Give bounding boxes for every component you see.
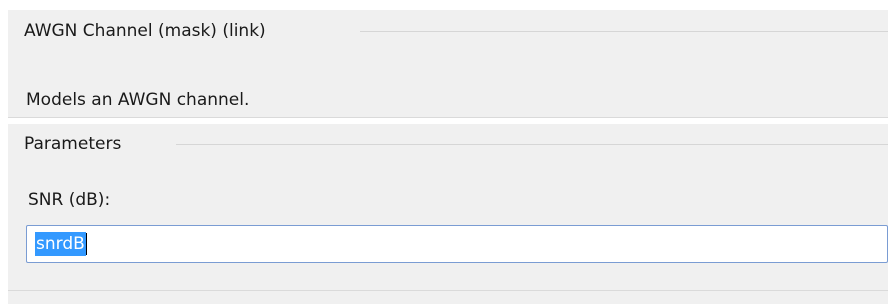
mask-group-legend: AWGN Channel (mask) (link) — [24, 21, 266, 41]
mask-description: Models an AWGN channel. — [26, 90, 250, 110]
parameters-group-rule — [176, 144, 888, 145]
mask-description-group: AWGN Channel (mask) (link) Models an AWG… — [8, 10, 888, 118]
snr-input[interactable]: snrdB — [26, 225, 888, 263]
snr-label: SNR (dB): — [28, 190, 111, 210]
block-parameters-dialog: AWGN Channel (mask) (link) Models an AWG… — [0, 0, 892, 304]
text-caret — [85, 233, 87, 255]
parameters-group: Parameters SNR (dB): snrdB — [8, 124, 888, 304]
parameters-group-legend: Parameters — [24, 134, 122, 154]
snr-input-value[interactable]: snrdB — [35, 232, 86, 256]
mask-group-rule — [360, 31, 888, 32]
parameters-bottom-rule — [8, 290, 888, 291]
